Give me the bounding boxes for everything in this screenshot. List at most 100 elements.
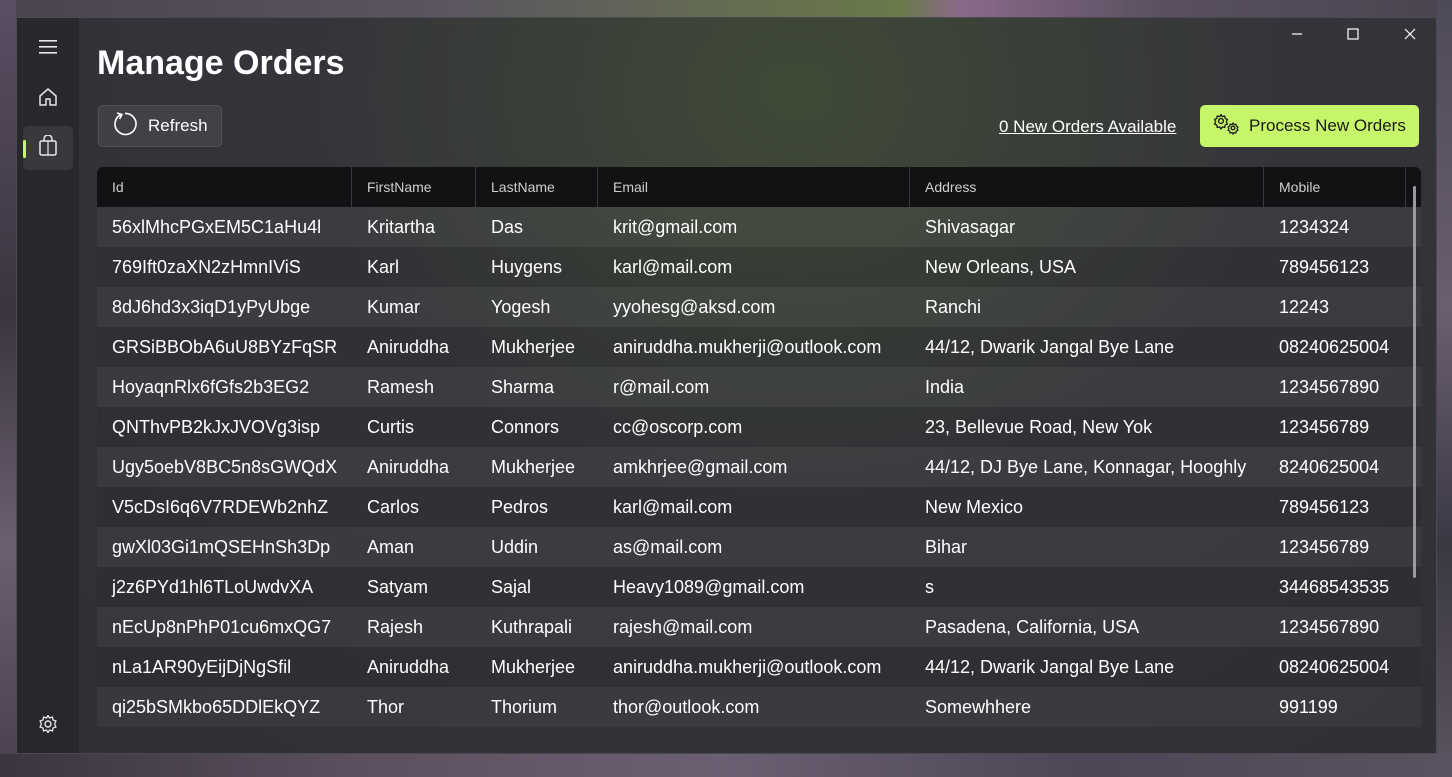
table-row[interactable]: GRSiBBObA6uU8BYzFqSR Aniruddha Mukherjee an… (97, 327, 1421, 367)
cell-id: j2z6PYd1hl6TLoUwdvXA (112, 577, 314, 597)
nav-rail (17, 18, 79, 753)
app-window: Manage Orders Refresh 0 New Orders Avail… (16, 17, 1437, 754)
column-header-firstname[interactable]: FirstName (352, 167, 476, 207)
cell-address: Somewhhere (925, 697, 1032, 717)
cell-firstname: Aniruddha (367, 337, 450, 357)
cell-address: 44/12, Dwarik Jangal Bye Lane (925, 657, 1175, 677)
cell-mobile: 12243 (1279, 297, 1330, 317)
process-new-orders-button[interactable]: Process New Orders (1200, 105, 1419, 147)
cell-email: cc@oscorp.com (613, 417, 743, 437)
cell-id: nEcUp8nPhP01cu6mxQG7 (112, 617, 332, 637)
close-icon (1404, 27, 1416, 45)
refresh-label: Refresh (148, 116, 208, 135)
refresh-button[interactable]: Refresh (98, 105, 222, 147)
cell-firstname: Curtis (367, 417, 415, 437)
column-header-email[interactable]: Email (598, 167, 910, 207)
table-row[interactable]: nEcUp8nPhP01cu6mxQG7 Rajesh Kuthrapali raje… (97, 607, 1421, 647)
cell-address: Bihar (925, 537, 968, 557)
cell-mobile: 8240625004 (1279, 457, 1380, 477)
refresh-icon (112, 111, 148, 142)
cell-firstname: Carlos (367, 497, 420, 517)
cell-firstname: Thor (367, 697, 405, 717)
table-row[interactable]: 769Ift0zaXN2zHmnIViS Karl Huygens karl@mail… (97, 247, 1421, 287)
cell-email: as@mail.com (613, 537, 723, 557)
cell-mobile: 08240625004 (1279, 657, 1390, 677)
table-row[interactable]: HoyaqnRlx6fGfs2b3EG2 Ramesh Sharma r@mail.c… (97, 367, 1421, 407)
nav-orders-button[interactable] (23, 126, 73, 170)
home-icon (38, 87, 58, 112)
maximize-button[interactable] (1325, 18, 1381, 54)
cell-lastname: Sharma (491, 377, 555, 397)
desktop-wallpaper-right (1437, 0, 1452, 777)
table-body: 56xlMhcPGxEM5C1aHu4l Kritartha Das krit@gma… (97, 207, 1421, 727)
cell-id: HoyaqnRlx6fGfs2b3EG2 (112, 377, 310, 397)
maximize-icon (1347, 27, 1359, 45)
new-orders-link[interactable]: 0 New Orders Available (999, 117, 1176, 137)
cell-email: Heavy1089@gmail.com (613, 577, 805, 597)
cell-lastname: Thorium (491, 697, 558, 717)
cell-address: Ranchi (925, 297, 982, 317)
cell-id: QNThvPB2kJxJVOVg3isp (112, 417, 321, 437)
cell-firstname: Aniruddha (367, 657, 450, 677)
desktop-wallpaper-bottom (0, 754, 1452, 777)
table-row[interactable]: qi25bSMkbo65DDlEkQYZ Thor Thorium thor@outl… (97, 687, 1421, 727)
column-header-mobile[interactable]: Mobile (1264, 167, 1406, 207)
cell-lastname: Mukherjee (491, 657, 576, 677)
column-header-id[interactable]: Id (97, 167, 352, 207)
cell-email: r@mail.com (613, 377, 710, 397)
cell-email: amkhrjee@gmail.com (613, 457, 788, 477)
table-row[interactable]: gwXl03Gi1mQSEHnSh3Dp Aman Uddin as@mail.com… (97, 527, 1421, 567)
cell-email: thor@outlook.com (613, 697, 760, 717)
cell-lastname: Mukherjee (491, 457, 576, 477)
cell-firstname: Rajesh (367, 617, 424, 637)
cell-email: aniruddha.mukherji@outlook.com (613, 337, 882, 357)
cell-address: New Mexico (925, 497, 1024, 517)
cell-mobile: 789456123 (1279, 497, 1370, 517)
cell-mobile: 1234567890 (1279, 377, 1380, 397)
cell-mobile: 08240625004 (1279, 337, 1390, 357)
minimize-icon (1291, 27, 1303, 45)
nav-settings-button[interactable] (23, 704, 73, 748)
cell-id: 769Ift0zaXN2zHmnIViS (112, 257, 301, 277)
cell-email: karl@mail.com (613, 497, 733, 517)
vertical-scrollbar[interactable] (1413, 186, 1416, 578)
cell-address: Pasadena, California, USA (925, 617, 1140, 637)
table-row[interactable]: Ugy5oebV8BC5n8sGWQdX Aniruddha Mukherjee am… (97, 447, 1421, 487)
cell-id: gwXl03Gi1mQSEHnSh3Dp (112, 537, 331, 557)
cell-firstname: Aman (367, 537, 415, 557)
table-row[interactable]: V5cDsI6q6V7RDEWb2nhZ Carlos Pedros karl@mai… (97, 487, 1421, 527)
cell-address: s (925, 577, 934, 597)
cell-lastname: Huygens (491, 257, 563, 277)
cell-firstname: Kumar (367, 297, 421, 317)
process-new-orders-label: Process New Orders (1249, 116, 1406, 135)
column-header-lastname[interactable]: LastName (476, 167, 598, 207)
orders-table: Id FirstName LastName Email Address Mobi… (97, 167, 1421, 747)
cell-id: nLa1AR90yEijDjNgSfil (112, 657, 292, 677)
cell-email: yyohesg@aksd.com (613, 297, 776, 317)
cell-address: 44/12, Dwarik Jangal Bye Lane (925, 337, 1175, 357)
table-row[interactable]: nLa1AR90yEijDjNgSfil Aniruddha Mukherjee an… (97, 647, 1421, 687)
table-row[interactable]: 8dJ6hd3x3iqD1yPyUbge Kumar Yogesh yyohesg@a… (97, 287, 1421, 327)
cell-mobile: 1234567890 (1279, 617, 1380, 637)
cell-firstname: Aniruddha (367, 457, 450, 477)
hamburger-menu-icon (38, 39, 58, 60)
close-button[interactable] (1382, 18, 1436, 54)
table-row[interactable]: 56xlMhcPGxEM5C1aHu4l Kritartha Das krit@gma… (97, 207, 1421, 247)
nav-active-indicator (23, 140, 26, 158)
shopping-bag-icon (38, 133, 58, 162)
minimize-button[interactable] (1269, 18, 1325, 54)
cell-address: 23, Bellevue Road, New Yok (925, 417, 1153, 437)
page-title: Manage Orders (97, 44, 345, 82)
cell-id: V5cDsI6q6V7RDEWb2nhZ (112, 497, 329, 517)
hamburger-menu-button[interactable] (23, 27, 73, 71)
table-row[interactable]: j2z6PYd1hl6TLoUwdvXA Satyam Sajal Heavy1089… (97, 567, 1421, 607)
column-header-address[interactable]: Address (910, 167, 1264, 207)
table-row[interactable]: QNThvPB2kJxJVOVg3isp Curtis Connors cc@osco… (97, 407, 1421, 447)
desktop-wallpaper-left (0, 0, 16, 777)
nav-home-button[interactable] (23, 77, 73, 121)
cell-firstname: Karl (367, 257, 400, 277)
cell-id: Ugy5oebV8BC5n8sGWQdX (112, 457, 338, 477)
cell-email: aniruddha.mukherji@outlook.com (613, 657, 882, 677)
cell-lastname: Mukherjee (491, 337, 576, 357)
cell-lastname: Kuthrapali (491, 617, 573, 637)
